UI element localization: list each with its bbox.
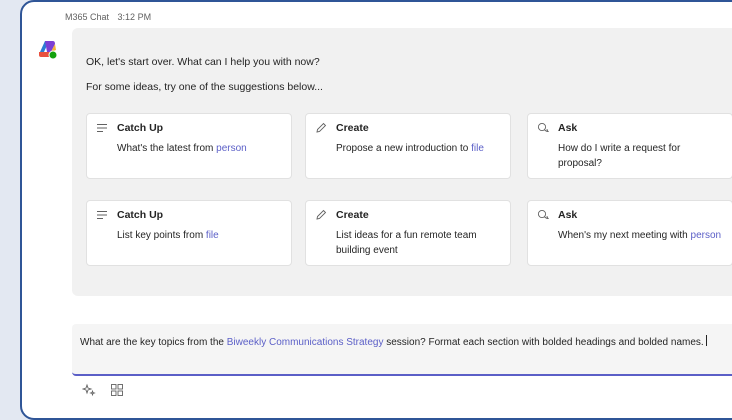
person-link[interactable]: person <box>216 143 247 154</box>
card-body: Propose a new introduction to file <box>336 143 484 154</box>
suggestion-card-ask[interactable]: Ask When's my next meeting with person <box>527 200 732 266</box>
file-link[interactable]: file <box>471 143 484 154</box>
sender-name: M365 Chat <box>65 12 110 22</box>
message-input[interactable]: What are the key topics from the Biweekl… <box>72 324 732 376</box>
card-title: Create <box>336 209 369 221</box>
message-time: 3:12 PM <box>117 12 152 22</box>
sparkle-icon[interactable] <box>82 383 96 397</box>
card-title: Catch Up <box>117 209 164 221</box>
suggestion-card-catch-up[interactable]: Catch Up What's the latest from person <box>86 113 292 179</box>
message-line-1: OK, let's start over. What can I help yo… <box>86 56 320 68</box>
apps-grid-icon[interactable] <box>110 383 124 397</box>
suggestion-card-create[interactable]: Create List ideas for a fun remote team … <box>305 200 511 266</box>
person-link[interactable]: person <box>691 230 722 241</box>
message-header: M365 Chat 3:12 PM <box>65 12 151 22</box>
chat-bubbles-icon <box>537 209 549 219</box>
card-body: What's the latest from person <box>117 143 247 154</box>
card-body: List key points from file <box>117 230 219 241</box>
card-body: How do I write a request for proposal? <box>558 143 681 169</box>
suggestion-card-catch-up[interactable]: Catch Up List key points from file <box>86 200 292 266</box>
card-body: List ideas for a fun remote team buildin… <box>336 230 477 256</box>
suggestion-card-create[interactable]: Create Propose a new introduction to fil… <box>305 113 511 179</box>
pencil-icon <box>316 122 327 133</box>
card-title: Ask <box>558 209 578 221</box>
assistant-message: OK, let's start over. What can I help yo… <box>72 28 732 296</box>
text-cursor <box>705 335 707 346</box>
suggestion-card-ask[interactable]: Ask How do I write a request for proposa… <box>527 113 732 179</box>
chat-window: M365 Chat 3:12 PM OK, let's start over. … <box>20 0 732 420</box>
lines-icon <box>97 211 107 219</box>
meeting-link[interactable]: Biweekly Communications Strategy <box>227 337 384 348</box>
chat-bubbles-icon <box>537 122 549 132</box>
lines-icon <box>97 124 107 132</box>
card-body: When's my next meeting with person <box>558 230 722 241</box>
pencil-icon <box>316 209 327 220</box>
card-title: Catch Up <box>117 122 164 134</box>
message-line-2: For some ideas, try one of the suggestio… <box>86 81 323 93</box>
card-title: Create <box>336 122 369 134</box>
copilot-logo-icon <box>39 41 58 60</box>
card-title: Ask <box>558 122 578 134</box>
file-link[interactable]: file <box>206 230 219 241</box>
message-input-text[interactable]: What are the key topics from the Biweekl… <box>80 335 732 351</box>
